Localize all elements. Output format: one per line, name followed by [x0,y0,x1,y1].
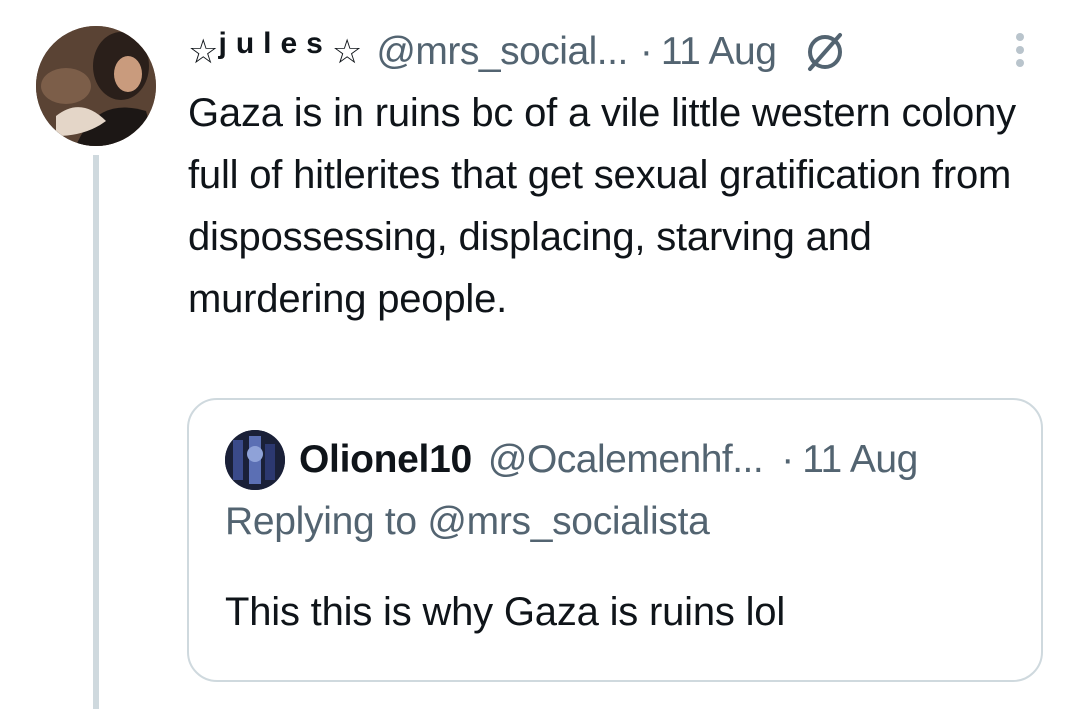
separator-dot: · [781,438,795,481]
author-display-name[interactable]: jules [218,27,331,61]
quoted-tweet-card[interactable]: Olionel10 @Ocalemenhf... · 11 Aug Replyi… [187,398,1043,682]
author-avatar[interactable] [36,26,156,146]
quoted-avatar-photo [225,430,285,490]
replying-to-label: Replying to @mrs_socialista [225,500,710,543]
tweet-header: ☆ jules ☆ @mrs_social... · 11 Aug [188,24,848,80]
avatar-photo [36,26,156,146]
author-handle[interactable]: @mrs_social... [376,30,628,74]
star-icon: ☆ [331,33,363,71]
quoted-tweet-body-text: This this is why Gaza is ruins lol [225,590,786,634]
tweet-body-text: Gaza is in ruins bc of a vile little wes… [188,91,1016,321]
quoted-tweet-date[interactable]: 11 Aug [802,438,918,482]
quoted-tweet-header: Olionel10 @Ocalemenhf... · 11 Aug [299,430,918,490]
quoted-author-handle[interactable]: @Ocalemenhf... [488,438,764,482]
star-icon: ☆ [188,33,219,71]
separator-dot: · [639,30,653,73]
quoted-author-display-name[interactable]: Olionel10 [299,438,472,482]
quoted-author-avatar[interactable] [225,430,285,490]
tweet-date[interactable]: 11 Aug [661,30,777,74]
empty-set-icon[interactable] [802,29,848,75]
more-vertical-icon[interactable] [1008,30,1032,70]
thread-connector-line [93,155,99,709]
